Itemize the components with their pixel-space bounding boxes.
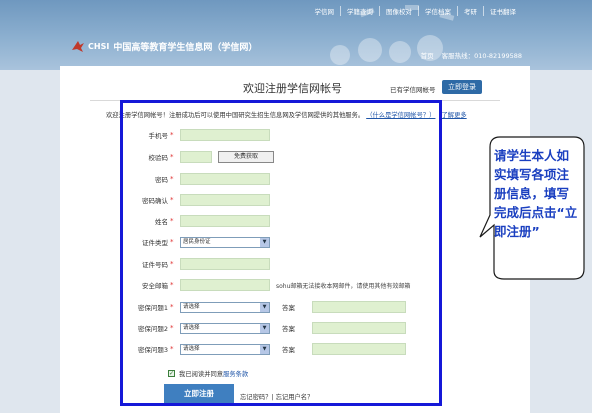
home-link[interactable]: 首页: [421, 50, 434, 60]
nav-archive[interactable]: 学信档案: [418, 6, 457, 16]
top-navigation: 学信网 学籍查询 图像校对 学信档案 考研 证书翻译: [309, 6, 523, 16]
site-header: 学信网 学籍查询 图像校对 学信档案 考研 证书翻译 CHSI 中国高等教育学生…: [0, 0, 592, 70]
logo-site-name: 中国高等教育学生信息网（学信网）: [113, 42, 258, 53]
title-row: 欢迎注册学信网帐号 已有学信网帐号 立即登录: [60, 76, 530, 96]
nav-xueji[interactable]: 学籍查询: [340, 6, 379, 16]
nav-chsi[interactable]: 学信网: [309, 6, 341, 16]
form-highlight-box: [120, 100, 442, 406]
page-title: 欢迎注册学信网帐号: [243, 82, 342, 95]
hotline-text: 客服热线：010-82199588: [441, 52, 522, 60]
nav-kaoyan[interactable]: 考研: [457, 6, 483, 16]
nav-photo[interactable]: 图像校对: [379, 6, 418, 16]
learn-more-link[interactable]: 了解更多: [441, 112, 466, 119]
logo-chsi-text: CHSI: [88, 41, 110, 51]
site-logo[interactable]: CHSI 中国高等教育学生信息网（学信网）: [70, 38, 257, 54]
nav-translate[interactable]: 证书翻译: [483, 6, 522, 16]
chsi-bird-icon: [72, 41, 84, 52]
login-button[interactable]: 立即登录: [442, 80, 482, 94]
sub-navigation: 首页 客服热线：010-82199588: [421, 50, 522, 60]
already-have-account: 已有学信网帐号: [390, 86, 436, 94]
callout-text: 请学生本人如实填写各项注册信息，填写完成后点击“立即注册”: [494, 148, 578, 239]
